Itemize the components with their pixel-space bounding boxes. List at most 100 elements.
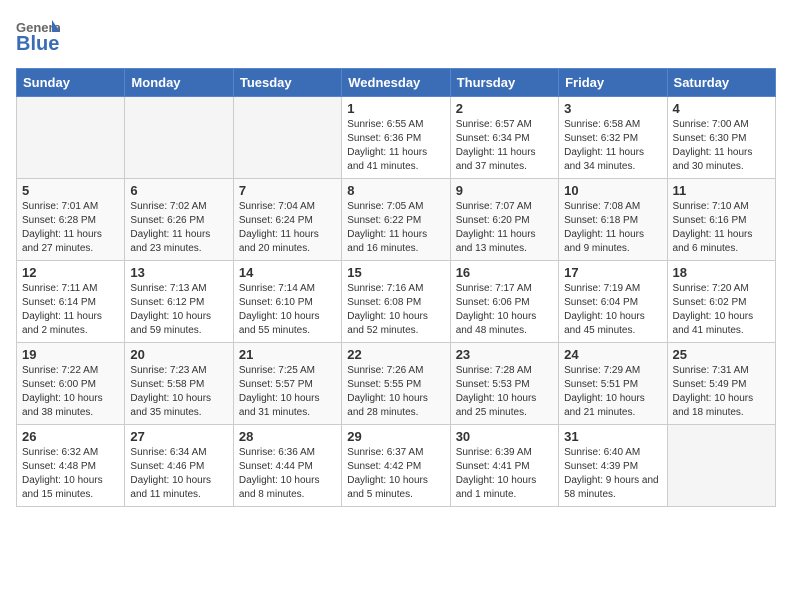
day-number: 24 (564, 347, 661, 362)
day-info: Sunrise: 7:22 AMSunset: 6:00 PMDaylight:… (22, 364, 119, 420)
calendar-day-cell (667, 425, 775, 507)
day-number: 29 (347, 429, 444, 444)
day-info: Sunrise: 7:31 AMSunset: 5:49 PMDaylight:… (673, 364, 770, 420)
day-number: 14 (239, 265, 336, 280)
weekday-header-monday: Monday (125, 69, 233, 97)
day-info: Sunrise: 7:28 AMSunset: 5:53 PMDaylight:… (456, 364, 553, 420)
day-number: 2 (456, 101, 553, 116)
calendar-week-row: 12Sunrise: 7:11 AMSunset: 6:14 PMDayligh… (17, 261, 776, 343)
calendar-week-row: 26 Sunrise: 6:32 AMSunset: 4:48 PMDayligh… (17, 425, 776, 507)
day-number: 20 (130, 347, 227, 362)
day-info: Sunrise: 7:10 AMSunset: 6:16 PMDaylight:… (673, 200, 770, 256)
logo-svg: General Blue (16, 16, 60, 56)
day-number: 30 (456, 429, 553, 444)
day-number: 6 (130, 183, 227, 198)
calendar-day-cell: 2 Sunrise: 6:57 AMSunset: 6:34 PMDaylight… (450, 97, 558, 179)
calendar-day-cell: 21 Sunrise: 7:25 AMSunset: 5:57 PMDayligh… (233, 343, 341, 425)
day-number: 23 (456, 347, 553, 362)
day-info: Sunrise: 6:58 AMSunset: 6:32 PMDaylight:… (564, 118, 661, 174)
weekday-header-tuesday: Tuesday (233, 69, 341, 97)
day-info: Sunrise: 6:40 AMSunset: 4:39 PMDaylight:… (564, 446, 661, 502)
calendar-week-row: 1 Sunrise: 6:55 AMSunset: 6:36 PMDaylight… (17, 97, 776, 179)
day-info: Sunrise: 6:57 AMSunset: 6:34 PMDaylight:… (456, 118, 553, 174)
day-number: 19 (22, 347, 119, 362)
day-info: Sunrise: 7:11 AMSunset: 6:14 PMDaylight:… (22, 282, 119, 338)
calendar-day-cell: 18 Sunrise: 7:20 AMSunset: 6:02 PMDayligh… (667, 261, 775, 343)
weekday-header-sunday: Sunday (17, 69, 125, 97)
day-number: 7 (239, 183, 336, 198)
day-info: Sunrise: 7:14 AMSunset: 6:10 PMDaylight:… (239, 282, 336, 338)
calendar-day-cell: 24 Sunrise: 7:29 AMSunset: 5:51 PMDayligh… (559, 343, 667, 425)
calendar-day-cell (125, 97, 233, 179)
calendar-day-cell: 4 Sunrise: 7:00 AMSunset: 6:30 PMDaylight… (667, 97, 775, 179)
day-info: Sunrise: 7:00 AMSunset: 6:30 PMDaylight:… (673, 118, 770, 174)
calendar-day-cell: 15Sunrise: 7:16 AMSunset: 6:08 PMDayligh… (342, 261, 450, 343)
day-number: 4 (673, 101, 770, 116)
day-number: 28 (239, 429, 336, 444)
calendar-day-cell: 29 Sunrise: 6:37 AMSunset: 4:42 PMDayligh… (342, 425, 450, 507)
day-number: 10 (564, 183, 661, 198)
day-info: Sunrise: 6:55 AMSunset: 6:36 PMDaylight:… (347, 118, 444, 174)
calendar-table: SundayMondayTuesdayWednesdayThursdayFrid… (16, 68, 776, 507)
logo: General Blue (16, 16, 60, 56)
calendar-day-cell (17, 97, 125, 179)
day-info: Sunrise: 6:37 AMSunset: 4:42 PMDaylight:… (347, 446, 444, 502)
day-info: Sunrise: 7:26 AMSunset: 5:55 PMDaylight:… (347, 364, 444, 420)
day-number: 3 (564, 101, 661, 116)
day-number: 26 (22, 429, 119, 444)
calendar-day-cell: 26 Sunrise: 6:32 AMSunset: 4:48 PMDayligh… (17, 425, 125, 507)
calendar-day-cell: 13 Sunrise: 7:13 AMSunset: 6:12 PMDayligh… (125, 261, 233, 343)
calendar-day-cell: 19 Sunrise: 7:22 AMSunset: 6:00 PMDayligh… (17, 343, 125, 425)
day-number: 5 (22, 183, 119, 198)
day-info: Sunrise: 7:08 AMSunset: 6:18 PMDaylight:… (564, 200, 661, 256)
calendar-day-cell: 12Sunrise: 7:11 AMSunset: 6:14 PMDayligh… (17, 261, 125, 343)
calendar-day-cell: 1 Sunrise: 6:55 AMSunset: 6:36 PMDaylight… (342, 97, 450, 179)
day-number: 9 (456, 183, 553, 198)
calendar-day-cell: 8Sunrise: 7:05 AMSunset: 6:22 PMDaylight… (342, 179, 450, 261)
day-info: Sunrise: 7:02 AMSunset: 6:26 PMDaylight:… (130, 200, 227, 256)
calendar-day-cell: 17Sunrise: 7:19 AMSunset: 6:04 PMDayligh… (559, 261, 667, 343)
calendar-day-cell (233, 97, 341, 179)
day-number: 25 (673, 347, 770, 362)
day-number: 1 (347, 101, 444, 116)
calendar-day-cell: 27Sunrise: 6:34 AMSunset: 4:46 PMDayligh… (125, 425, 233, 507)
calendar-day-cell: 7 Sunrise: 7:04 AMSunset: 6:24 PMDaylight… (233, 179, 341, 261)
calendar-day-cell: 14 Sunrise: 7:14 AMSunset: 6:10 PMDayligh… (233, 261, 341, 343)
calendar-day-cell: 9 Sunrise: 7:07 AMSunset: 6:20 PMDaylight… (450, 179, 558, 261)
day-number: 18 (673, 265, 770, 280)
day-info: Sunrise: 7:01 AMSunset: 6:28 PMDaylight:… (22, 200, 119, 256)
day-number: 13 (130, 265, 227, 280)
day-info: Sunrise: 7:05 AMSunset: 6:22 PMDaylight:… (347, 200, 444, 256)
day-info: Sunrise: 7:07 AMSunset: 6:20 PMDaylight:… (456, 200, 553, 256)
calendar-day-cell: 16 Sunrise: 7:17 AMSunset: 6:06 PMDayligh… (450, 261, 558, 343)
weekday-header-thursday: Thursday (450, 69, 558, 97)
day-number: 27 (130, 429, 227, 444)
day-info: Sunrise: 7:16 AMSunset: 6:08 PMDaylight:… (347, 282, 444, 338)
calendar-day-cell: 25 Sunrise: 7:31 AMSunset: 5:49 PMDayligh… (667, 343, 775, 425)
calendar-day-cell: 10 Sunrise: 7:08 AMSunset: 6:18 PMDayligh… (559, 179, 667, 261)
day-info: Sunrise: 7:29 AMSunset: 5:51 PMDaylight:… (564, 364, 661, 420)
day-info: Sunrise: 7:25 AMSunset: 5:57 PMDaylight:… (239, 364, 336, 420)
day-number: 22 (347, 347, 444, 362)
day-number: 21 (239, 347, 336, 362)
day-info: Sunrise: 6:32 AMSunset: 4:48 PMDaylight:… (22, 446, 119, 502)
calendar-day-cell: 3 Sunrise: 6:58 AMSunset: 6:32 PMDaylight… (559, 97, 667, 179)
weekday-header-saturday: Saturday (667, 69, 775, 97)
calendar-day-cell: 5 Sunrise: 7:01 AMSunset: 6:28 PMDaylight… (17, 179, 125, 261)
calendar-day-cell: 11Sunrise: 7:10 AMSunset: 6:16 PMDayligh… (667, 179, 775, 261)
calendar-day-cell: 30 Sunrise: 6:39 AMSunset: 4:41 PMDayligh… (450, 425, 558, 507)
calendar-day-cell: 31Sunrise: 6:40 AMSunset: 4:39 PMDayligh… (559, 425, 667, 507)
day-info: Sunrise: 7:17 AMSunset: 6:06 PMDaylight:… (456, 282, 553, 338)
day-info: Sunrise: 6:39 AMSunset: 4:41 PMDaylight:… (456, 446, 553, 502)
day-info: Sunrise: 7:04 AMSunset: 6:24 PMDaylight:… (239, 200, 336, 256)
logo: General Blue (16, 16, 60, 56)
day-info: Sunrise: 7:23 AMSunset: 5:58 PMDaylight:… (130, 364, 227, 420)
day-info: Sunrise: 7:13 AMSunset: 6:12 PMDaylight:… (130, 282, 227, 338)
day-info: Sunrise: 7:20 AMSunset: 6:02 PMDaylight:… (673, 282, 770, 338)
day-number: 16 (456, 265, 553, 280)
svg-text:Blue: Blue (16, 33, 59, 55)
weekday-header-wednesday: Wednesday (342, 69, 450, 97)
calendar-day-cell: 6 Sunrise: 7:02 AMSunset: 6:26 PMDaylight… (125, 179, 233, 261)
day-info: Sunrise: 7:19 AMSunset: 6:04 PMDaylight:… (564, 282, 661, 338)
calendar-day-cell: 23 Sunrise: 7:28 AMSunset: 5:53 PMDayligh… (450, 343, 558, 425)
